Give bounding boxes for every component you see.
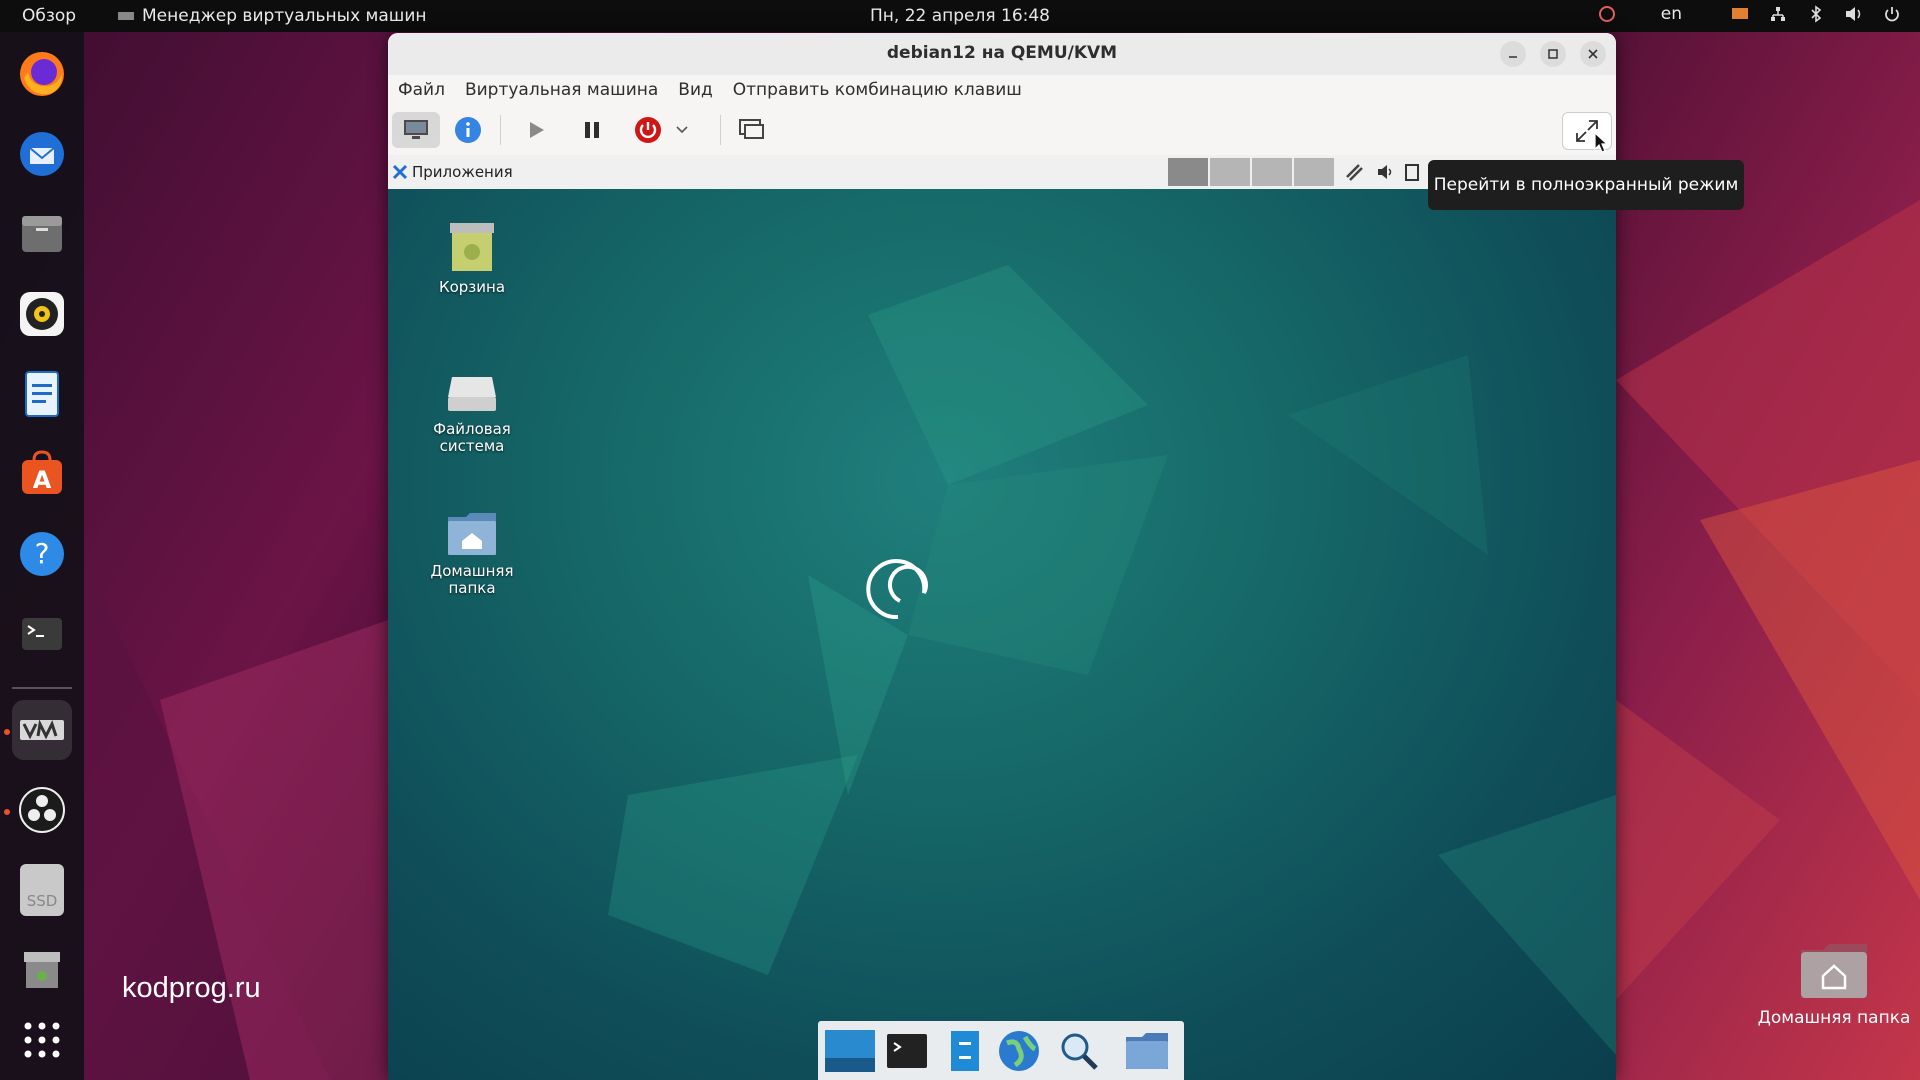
app-center-icon[interactable]: A	[12, 444, 72, 504]
guest-display[interactable]: Приложения Корзина Файловая система Дома…	[388, 155, 1616, 1080]
watermark-text: kodprog.ru	[122, 972, 261, 1004]
guest-trash-label: Корзина	[438, 278, 506, 296]
guest-folder-icon[interactable]	[1124, 1028, 1170, 1074]
language-indicator[interactable]: en	[1661, 4, 1682, 24]
writer-icon[interactable]	[12, 364, 72, 424]
close-icon	[1588, 49, 1598, 59]
trash-icon[interactable]	[12, 940, 72, 1000]
help-icon[interactable]: ?	[12, 524, 72, 584]
files-icon[interactable]	[12, 204, 72, 264]
minimize-icon	[1509, 56, 1517, 58]
guest-home-folder[interactable]: Домашняя папка	[412, 509, 532, 597]
desktop-home-label: Домашняя папка	[1757, 1008, 1911, 1028]
home-folder-icon	[1801, 944, 1867, 998]
activities-button[interactable]: Обзор	[22, 6, 76, 26]
guest-search-icon[interactable]	[1056, 1028, 1102, 1074]
title-bar[interactable]: debian12 на QEMU/KVM	[388, 33, 1616, 75]
monitor-icon	[404, 120, 428, 139]
shutdown-icon	[635, 117, 661, 143]
play-icon	[530, 122, 544, 138]
guest-terminal-icon[interactable]	[884, 1028, 930, 1074]
screen-share-icon[interactable]	[1730, 4, 1750, 24]
dock-separator	[12, 687, 72, 689]
guest-volume-icon[interactable]	[1376, 162, 1396, 182]
snapshots-button[interactable]	[728, 112, 776, 148]
guest-home-label: Домашняя папка	[430, 562, 514, 597]
chevron-down-icon	[676, 126, 688, 134]
workspace-1[interactable]	[1168, 158, 1208, 186]
running-indicator	[4, 729, 10, 735]
fullscreen-tooltip: Перейти в полноэкранный режим	[1428, 160, 1744, 210]
info-icon	[455, 117, 481, 143]
virt-manager-icon[interactable]	[12, 700, 72, 760]
rhythmbox-icon[interactable]	[12, 284, 72, 344]
show-desktop-icon[interactable]	[824, 1028, 876, 1074]
network-icon[interactable]	[1768, 4, 1788, 24]
guest-applications-menu[interactable]: Приложения	[392, 163, 513, 181]
guest-trash-icon	[450, 223, 494, 271]
drive-icon	[448, 377, 496, 411]
workspace-4[interactable]	[1294, 158, 1334, 186]
guest-dock	[818, 1021, 1184, 1080]
svg-text:?: ?	[35, 537, 50, 570]
update-icon[interactable]	[1597, 4, 1617, 24]
guest-applications-label: Приложения	[412, 163, 513, 181]
mouse-cursor	[1594, 132, 1609, 153]
snapshots-icon	[739, 119, 764, 139]
guest-file-manager-icon[interactable]	[942, 1028, 988, 1074]
xfce-logo-icon	[392, 164, 408, 180]
console-view-button[interactable]	[392, 112, 440, 148]
show-apps-icon[interactable]	[12, 1010, 72, 1070]
guest-browser-icon[interactable]	[996, 1028, 1042, 1074]
maximize-icon	[1548, 49, 1558, 59]
toolbar-separator	[500, 115, 501, 145]
app-name: Менеджер виртуальных машин	[142, 6, 427, 26]
menu-bar: Файл Виртуальная машина Вид Отправить ко…	[388, 75, 1616, 105]
ssd-label: SSD	[26, 892, 58, 910]
maximize-button[interactable]	[1540, 41, 1566, 67]
home-folder-icon	[448, 513, 496, 555]
guest-filesystem-label: Файловая система	[433, 420, 511, 455]
top-bar: Обзор Менеджер виртуальных машин Пн, 22 …	[0, 0, 1920, 32]
guest-network-icon[interactable]	[1344, 162, 1366, 182]
close-button[interactable]	[1580, 41, 1606, 67]
pause-button[interactable]	[568, 112, 616, 148]
details-view-button[interactable]	[444, 112, 492, 148]
volume-icon[interactable]	[1844, 4, 1864, 24]
menu-virtual-machine[interactable]: Виртуальная машина	[465, 80, 658, 100]
menu-view[interactable]: Вид	[678, 80, 712, 100]
guest-filesystem[interactable]: Файловая система	[412, 367, 532, 455]
thunderbird-icon[interactable]	[12, 124, 72, 184]
run-button[interactable]	[512, 112, 560, 148]
running-indicator-obs	[4, 809, 10, 815]
svg-text:A: A	[33, 466, 52, 494]
desktop-home-folder[interactable]: Домашняя папка	[1752, 940, 1916, 1028]
window-title: debian12 на QEMU/KVM	[886, 43, 1118, 63]
menu-file[interactable]: Файл	[398, 80, 445, 100]
dock: A ? SSD	[0, 32, 84, 1080]
toolbar	[388, 105, 1616, 155]
ssd-drive-icon[interactable]: SSD	[12, 860, 72, 920]
minimize-button[interactable]	[1500, 41, 1526, 67]
toolbar-separator-2	[720, 115, 721, 145]
pause-icon	[585, 122, 599, 138]
guest-clipboard-icon[interactable]	[1404, 162, 1420, 182]
app-menu[interactable]: Менеджер виртуальных машин	[118, 6, 427, 26]
workspace-2[interactable]	[1210, 158, 1250, 186]
power-icon[interactable]	[1882, 4, 1902, 24]
workspace-3[interactable]	[1252, 158, 1292, 186]
terminal-icon[interactable]	[12, 604, 72, 664]
guest-trash[interactable]: Корзина	[412, 219, 532, 296]
firefox-icon[interactable]	[12, 44, 72, 104]
guest-wallpaper	[608, 265, 1616, 1055]
clock[interactable]: Пн, 22 апреля 16:48	[870, 6, 1050, 26]
system-tray[interactable]: en	[1597, 4, 1902, 24]
virt-manager-small-icon	[118, 12, 134, 20]
obs-icon[interactable]	[12, 780, 72, 840]
bluetooth-icon[interactable]	[1806, 4, 1826, 24]
menu-send-key[interactable]: Отправить комбинацию клавиш	[733, 80, 1022, 100]
shutdown-menu-button[interactable]	[664, 112, 700, 148]
